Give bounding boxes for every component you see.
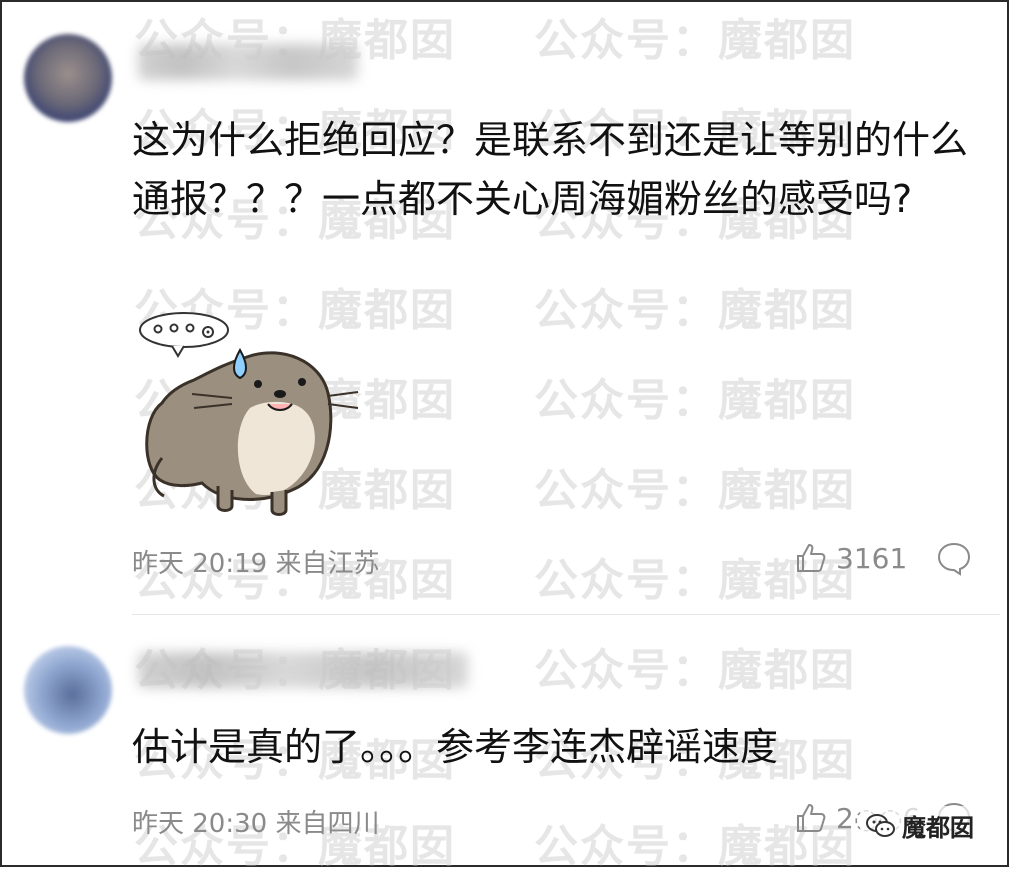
comment-location: 来自四川 [275, 809, 380, 839]
commenter-name-blurred[interactable] [138, 652, 468, 688]
commenter-avatar[interactable] [24, 646, 112, 734]
comment-divider [132, 614, 1000, 615]
thumbs-up-icon[interactable] [794, 541, 828, 575]
comment-text: 这为什么拒绝回应？是联系不到还是让等别的什么通报？？？一点都不关心周海媚粉丝的感… [132, 118, 969, 221]
like-button[interactable]: 3161 [794, 541, 907, 575]
comment-time: 昨天 20:30 [132, 809, 268, 839]
comment-text: 估计是真的了。。。参考李连杰辟谣速度 [132, 725, 779, 769]
otter-sweat-sticker [139, 312, 359, 516]
comment-location: 来自江苏 [275, 549, 380, 579]
commenter-avatar[interactable] [24, 34, 112, 122]
comment-meta: 昨天 20:19 来自江苏 [132, 543, 379, 580]
reply-icon[interactable] [936, 540, 972, 576]
wechat-icon [866, 813, 895, 837]
source-badge: 魔都囡 [860, 806, 980, 845]
thumbs-up-icon[interactable] [794, 801, 828, 835]
commenter-name-blurred[interactable] [138, 44, 358, 80]
comment-meta: 昨天 20:30 来自四川 [132, 803, 379, 840]
like-count: 3161 [836, 541, 908, 575]
source-badge-label: 魔都囡 [902, 814, 974, 842]
comment-time: 昨天 20:19 [132, 549, 268, 579]
